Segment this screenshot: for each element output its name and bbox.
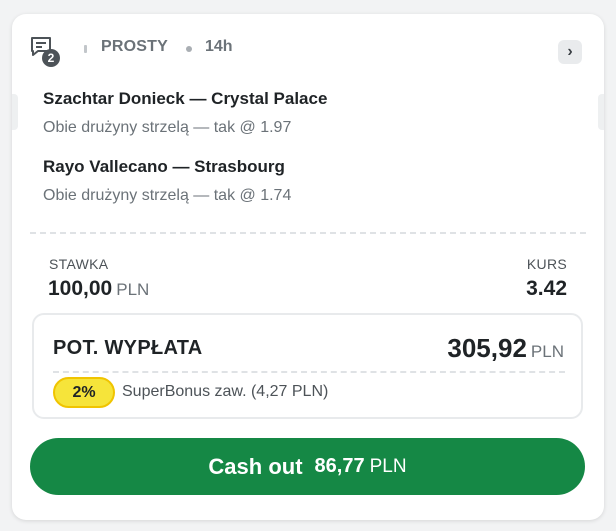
scroll-edge-left bbox=[12, 94, 18, 130]
bet-slip-icon: 2 bbox=[29, 35, 65, 67]
payout-currency: PLN bbox=[530, 342, 564, 361]
selection-market: Obie drużyny strzelą — tak @ 1.74 bbox=[43, 187, 292, 204]
selection-match: Szachtar Donieck — Crystal Palace bbox=[43, 89, 328, 108]
selection-item[interactable]: Szachtar Donieck — Crystal Palace Obie d… bbox=[43, 89, 327, 137]
stake-currency: PLN bbox=[116, 280, 150, 299]
odds-value: 3.42 bbox=[526, 277, 567, 300]
payout-value: 305,92 PLN bbox=[447, 333, 564, 364]
selection-item[interactable]: Rayo Vallecano — Strasbourg Obie drużyny… bbox=[43, 157, 291, 205]
payout-label: POT. WYPŁATA bbox=[53, 337, 203, 359]
bet-card: 2 PROSTY 14h › Szachtar Donieck — Crysta… bbox=[12, 14, 604, 520]
payout-divider bbox=[53, 371, 565, 373]
chevron-right-icon: › bbox=[567, 43, 573, 60]
cash-out-button[interactable]: Cash out 86,77 PLN bbox=[30, 438, 585, 495]
cash-out-label: Cash out bbox=[208, 453, 303, 479]
selection-count-badge: 2 bbox=[42, 49, 60, 67]
cash-out-currency: PLN bbox=[369, 455, 407, 477]
stake-amount: 100,00 bbox=[48, 277, 113, 300]
superbonus-text: SuperBonus zaw. (4,27 PLN) bbox=[122, 383, 329, 400]
odds-label: KURS bbox=[526, 256, 567, 272]
separator-dot bbox=[186, 46, 192, 52]
stake-label: STAWKA bbox=[49, 256, 109, 272]
bet-header: 2 PROSTY 14h › bbox=[12, 14, 604, 80]
payout-box: POT. WYPŁATA 305,92 PLN 2% SuperBonus zaw… bbox=[32, 313, 583, 419]
time-label: 14h bbox=[205, 38, 233, 55]
scroll-edge-right bbox=[598, 94, 604, 130]
stake-value: 100,00 PLN bbox=[48, 277, 149, 301]
divider-tick bbox=[84, 45, 87, 53]
expand-button[interactable]: › bbox=[558, 40, 582, 64]
section-divider bbox=[30, 232, 586, 234]
bet-type-label: PROSTY bbox=[101, 38, 168, 55]
cash-out-amount: 86,77 bbox=[314, 455, 365, 477]
superbonus-badge: 2% bbox=[53, 377, 115, 408]
payout-amount: 305,92 bbox=[447, 333, 527, 363]
selection-match: Rayo Vallecano — Strasbourg bbox=[43, 157, 285, 176]
selection-market: Obie drużyny strzelą — tak @ 1.97 bbox=[43, 119, 292, 136]
